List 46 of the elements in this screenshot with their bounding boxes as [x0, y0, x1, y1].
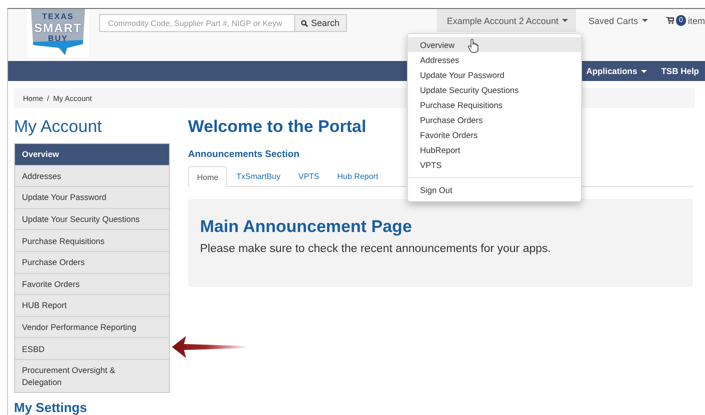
sidebar-item[interactable]: HUB Report — [15, 294, 169, 316]
saved-carts-link[interactable]: Saved Carts — [578, 9, 658, 32]
nav-link[interactable]: Applications — [586, 66, 648, 76]
sidebar-item[interactable]: Purchase Orders — [15, 250, 169, 273]
tab[interactable]: TxSmartBuy — [227, 166, 290, 186]
sidebar-item[interactable]: ESBD — [15, 337, 169, 359]
logo-text: TEXAS — [42, 12, 74, 22]
menu-item[interactable]: Update Security Questions — [408, 82, 581, 97]
section-heading: Announcements Section — [188, 149, 300, 160]
menu-item[interactable]: Addresses — [408, 52, 581, 67]
menu-item[interactable]: VPTS — [408, 157, 581, 172]
logo-text: SMART — [34, 22, 82, 34]
logo-text: BUY — [48, 34, 68, 44]
search-button[interactable]: Search — [295, 14, 347, 32]
nav-link[interactable]: TSB Help — [661, 66, 699, 76]
sidebar-item[interactable]: Update Your Password — [15, 186, 169, 208]
menu-item[interactable]: Sign Out — [408, 182, 581, 197]
sidebar-item[interactable]: Favorite Orders — [15, 272, 169, 294]
menu-item[interactable]: Favorite Orders — [408, 127, 581, 142]
menu-item[interactable]: Purchase Orders — [408, 112, 581, 127]
sidebar-item[interactable]: Procurement Oversight & Delegation — [15, 358, 169, 392]
tab[interactable]: Home — [188, 166, 228, 187]
sidebar-item[interactable]: Overview — [15, 144, 169, 165]
sidebar-title: My Account — [14, 117, 103, 136]
page-title: Welcome to the Portal — [188, 117, 366, 136]
menu-item[interactable]: Overview — [408, 37, 581, 52]
panel-text: Please make sure to check the recent announcements for your apps. — [200, 243, 552, 255]
account-menu[interactable]: Example Account 2 Account — [436, 9, 576, 32]
panel-title: Main Announcement Page — [200, 217, 413, 237]
cart-label: item — [688, 16, 705, 26]
menu-item[interactable]: Purchase Requisitions — [408, 97, 581, 112]
caret-icon — [562, 19, 568, 22]
search-field[interactable]: Commodity Code, Supplier Part #, NIGP or Keyw — [99, 14, 295, 32]
menu-item[interactable]: HubReport — [408, 142, 581, 157]
caret-icon — [642, 19, 648, 22]
cart-icon — [666, 17, 674, 24]
menu-item[interactable]: Update Your Password — [408, 67, 581, 82]
sidebar-item[interactable]: Addresses — [15, 164, 169, 186]
sidebar-item[interactable]: Vendor Performance Reporting — [15, 316, 169, 338]
hand-cursor-icon — [468, 39, 479, 53]
tab[interactable]: VPTS — [289, 166, 328, 186]
search-icon — [301, 20, 308, 26]
tab[interactable]: Hub Report — [328, 166, 388, 186]
sidebar-item[interactable]: Purchase Requisitions — [15, 229, 169, 251]
section-title: My Settings — [14, 400, 88, 415]
sidebar-item[interactable]: Update Your Security Questions — [15, 208, 169, 230]
